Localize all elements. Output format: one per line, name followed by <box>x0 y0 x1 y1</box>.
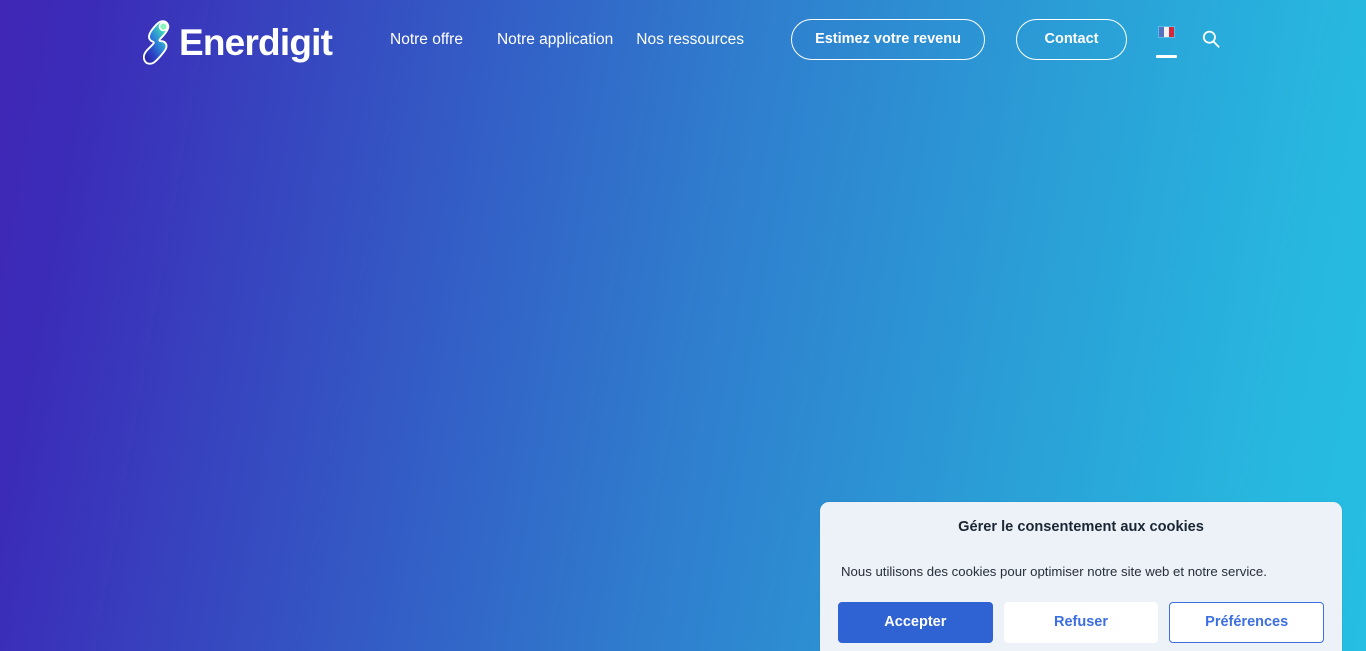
nav-item-notre-application[interactable]: Notre application <box>497 32 636 48</box>
search-button[interactable] <box>1201 29 1221 49</box>
header-cta-group: Estimez votre revenu Contact <box>791 0 1127 79</box>
cookie-consent-banner: Gérer le consentement aux cookies Nous u… <box>820 502 1342 651</box>
cookie-banner-description: Nous utilisons des cookies pour optimise… <box>841 563 1267 579</box>
site-header: Enerdigit Notre offre Notre application … <box>0 0 1366 79</box>
cookie-banner-title: Gérer le consentement aux cookies <box>958 519 1204 535</box>
cookie-refuse-button[interactable]: Refuser <box>1003 602 1159 643</box>
enerdigit-bolt-logo-icon <box>143 19 179 66</box>
cookie-accept-button[interactable]: Accepter <box>838 602 993 643</box>
french-flag-icon <box>1157 26 1175 38</box>
cookie-banner-actions: Accepter Refuser Préférences <box>838 602 1325 643</box>
nav-item-nos-ressources[interactable]: Nos ressources <box>636 32 744 48</box>
brand-logo-link[interactable]: Enerdigit <box>143 18 333 66</box>
nav-item-notre-offre[interactable]: Notre offre <box>390 32 497 48</box>
brand-name: Enerdigit <box>179 21 333 63</box>
contact-button[interactable]: Contact <box>1016 19 1127 60</box>
primary-navigation: Notre offre Notre application Nos ressou… <box>390 0 744 79</box>
estimate-revenue-button[interactable]: Estimez votre revenu <box>791 19 985 60</box>
search-icon <box>1202 30 1220 48</box>
language-active-underline <box>1155 55 1177 58</box>
language-switcher[interactable] <box>1155 26 1177 58</box>
cookie-preferences-button[interactable]: Préférences <box>1169 602 1325 643</box>
